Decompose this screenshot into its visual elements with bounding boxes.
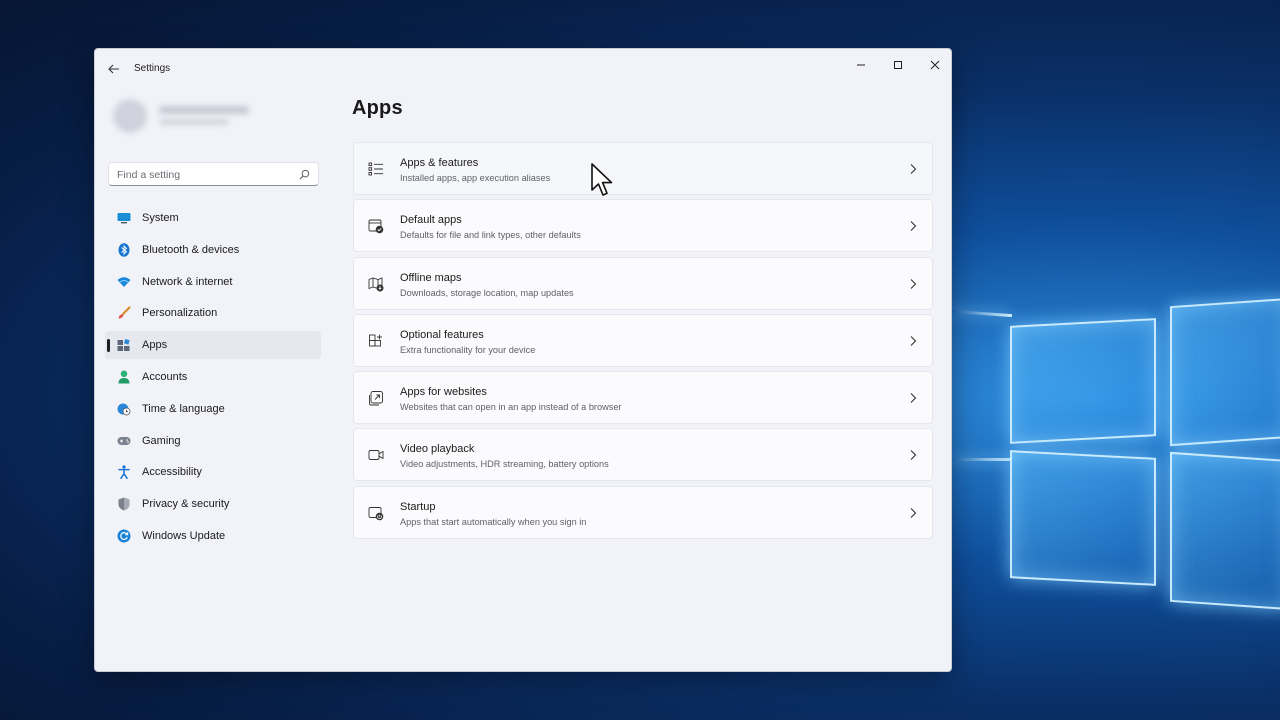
- sidebar-item-label: Network & internet: [142, 275, 233, 288]
- card-title: Offline maps: [400, 271, 462, 284]
- chevron-right-icon: [910, 450, 917, 461]
- accessibility-icon: [117, 465, 131, 480]
- card-subtitle: Apps that start automatically when you s…: [400, 516, 587, 527]
- sidebar-item-label: Gaming: [142, 434, 181, 447]
- startup-icon: [368, 506, 384, 521]
- maximize-button[interactable]: [880, 53, 916, 77]
- sidebar-item-label: Accounts: [142, 370, 188, 383]
- sidebar-item-windows-update[interactable]: Windows Update: [105, 522, 321, 550]
- gamepad-icon: [117, 434, 131, 448]
- sidebar-item-apps[interactable]: Apps: [105, 331, 321, 360]
- sidebar-item-label: Bluetooth & devices: [142, 243, 240, 256]
- close-icon: [930, 60, 940, 70]
- monitor-icon: [117, 211, 131, 225]
- card-subtitle: Defaults for file and link types, other …: [400, 230, 581, 241]
- person-icon: [117, 370, 131, 384]
- sidebar-item-privacy-security[interactable]: Privacy & security: [105, 490, 321, 518]
- profile-name-blurred: [159, 106, 249, 114]
- profile-email-blurred: [159, 119, 229, 125]
- minimize-button[interactable]: [843, 53, 879, 77]
- chevron-right-icon: [910, 393, 917, 404]
- page-title: Apps: [352, 97, 403, 119]
- sidebar-item-label: Privacy & security: [142, 498, 230, 511]
- open-external-icon: [369, 391, 383, 406]
- map-icon: [368, 276, 384, 292]
- grid-plus-icon: [369, 334, 382, 347]
- shield-icon: [117, 497, 131, 511]
- card-title: Startup: [400, 500, 436, 513]
- globe-clock-icon: [117, 402, 131, 416]
- card-subtitle: Extra functionality for your device: [400, 344, 536, 355]
- card-title: Default apps: [400, 214, 462, 227]
- user-profile[interactable]: [109, 97, 259, 137]
- sidebar-item-time-language[interactable]: Time & language: [105, 395, 321, 423]
- card-subtitle: Downloads, storage location, map updates: [400, 287, 574, 298]
- card-startup[interactable]: Startup Apps that start automatically wh…: [353, 485, 933, 539]
- search-input[interactable]: [117, 167, 297, 182]
- default-apps-icon: [368, 219, 384, 234]
- back-button[interactable]: [105, 60, 123, 78]
- title-bar: Settings: [95, 49, 951, 89]
- sidebar-item-label: Apps: [142, 339, 168, 352]
- card-title: Video playback: [400, 443, 475, 456]
- sidebar-nav: System Bluetooth & devices Network & int…: [105, 204, 321, 554]
- settings-window: Settings System Bluetooth & devices: [94, 48, 952, 672]
- card-apps-features[interactable]: Apps & features Installed apps, app exec…: [353, 142, 933, 195]
- sidebar-item-label: System: [142, 212, 179, 224]
- mouse-cursor-icon: [591, 163, 613, 196]
- card-title: Apps for websites: [400, 386, 487, 399]
- sidebar-item-label: Accessibility: [142, 466, 202, 479]
- arrow-left-icon: [108, 64, 119, 74]
- sidebar-item-bluetooth[interactable]: Bluetooth & devices: [105, 236, 321, 264]
- card-default-apps[interactable]: Default apps Defaults for file and link …: [353, 199, 933, 253]
- settings-card-list: Apps & features Installed apps, app exec…: [353, 142, 933, 543]
- card-offline-maps[interactable]: Offline maps Downloads, storage location…: [353, 256, 933, 310]
- card-title: Optional features: [400, 328, 484, 341]
- card-subtitle: Installed apps, app execution aliases: [400, 173, 551, 183]
- chevron-right-icon: [910, 336, 917, 346]
- windows-logo-wallpaper: [951, 290, 1280, 620]
- card-subtitle: Video adjustments, HDR streaming, batter…: [400, 459, 609, 470]
- chevron-right-icon: [910, 221, 917, 232]
- card-title: Apps & features: [400, 157, 479, 169]
- avatar: [113, 99, 147, 133]
- chevron-right-icon: [910, 164, 917, 174]
- update-icon: [117, 529, 131, 543]
- app-title: Settings: [134, 63, 171, 74]
- sidebar-item-label: Personalization: [142, 307, 218, 320]
- sidebar-item-personalization[interactable]: Personalization: [105, 299, 321, 327]
- brush-icon: [117, 306, 131, 320]
- sidebar-item-gaming[interactable]: Gaming: [105, 427, 321, 455]
- sidebar-item-network[interactable]: Network & internet: [105, 268, 321, 296]
- video-camera-icon: [368, 450, 384, 461]
- chevron-right-icon: [910, 278, 917, 289]
- bluetooth-icon: [117, 242, 131, 257]
- sidebar-item-system[interactable]: System: [105, 204, 321, 232]
- search-box[interactable]: [108, 162, 319, 186]
- card-subtitle: Websites that can open in an app instead…: [400, 402, 622, 413]
- minimize-icon: [857, 64, 865, 66]
- sidebar-item-accounts[interactable]: Accounts: [105, 363, 321, 391]
- search-icon: [299, 169, 310, 180]
- card-apps-for-websites[interactable]: Apps for websites Websites that can open…: [353, 371, 933, 425]
- card-video-playback[interactable]: Video playback Video adjustments, HDR st…: [353, 428, 933, 482]
- sidebar-item-label: Time & language: [142, 402, 225, 415]
- sidebar-item-label: Windows Update: [142, 529, 226, 542]
- wifi-icon: [117, 275, 131, 289]
- sidebar-item-accessibility[interactable]: Accessibility: [105, 458, 321, 486]
- close-button[interactable]: [917, 53, 951, 77]
- card-optional-features[interactable]: Optional features Extra functionality fo…: [353, 313, 933, 367]
- apps-icon: [117, 338, 131, 352]
- list-icon: [368, 162, 383, 176]
- maximize-icon: [894, 61, 902, 69]
- chevron-right-icon: [910, 507, 917, 518]
